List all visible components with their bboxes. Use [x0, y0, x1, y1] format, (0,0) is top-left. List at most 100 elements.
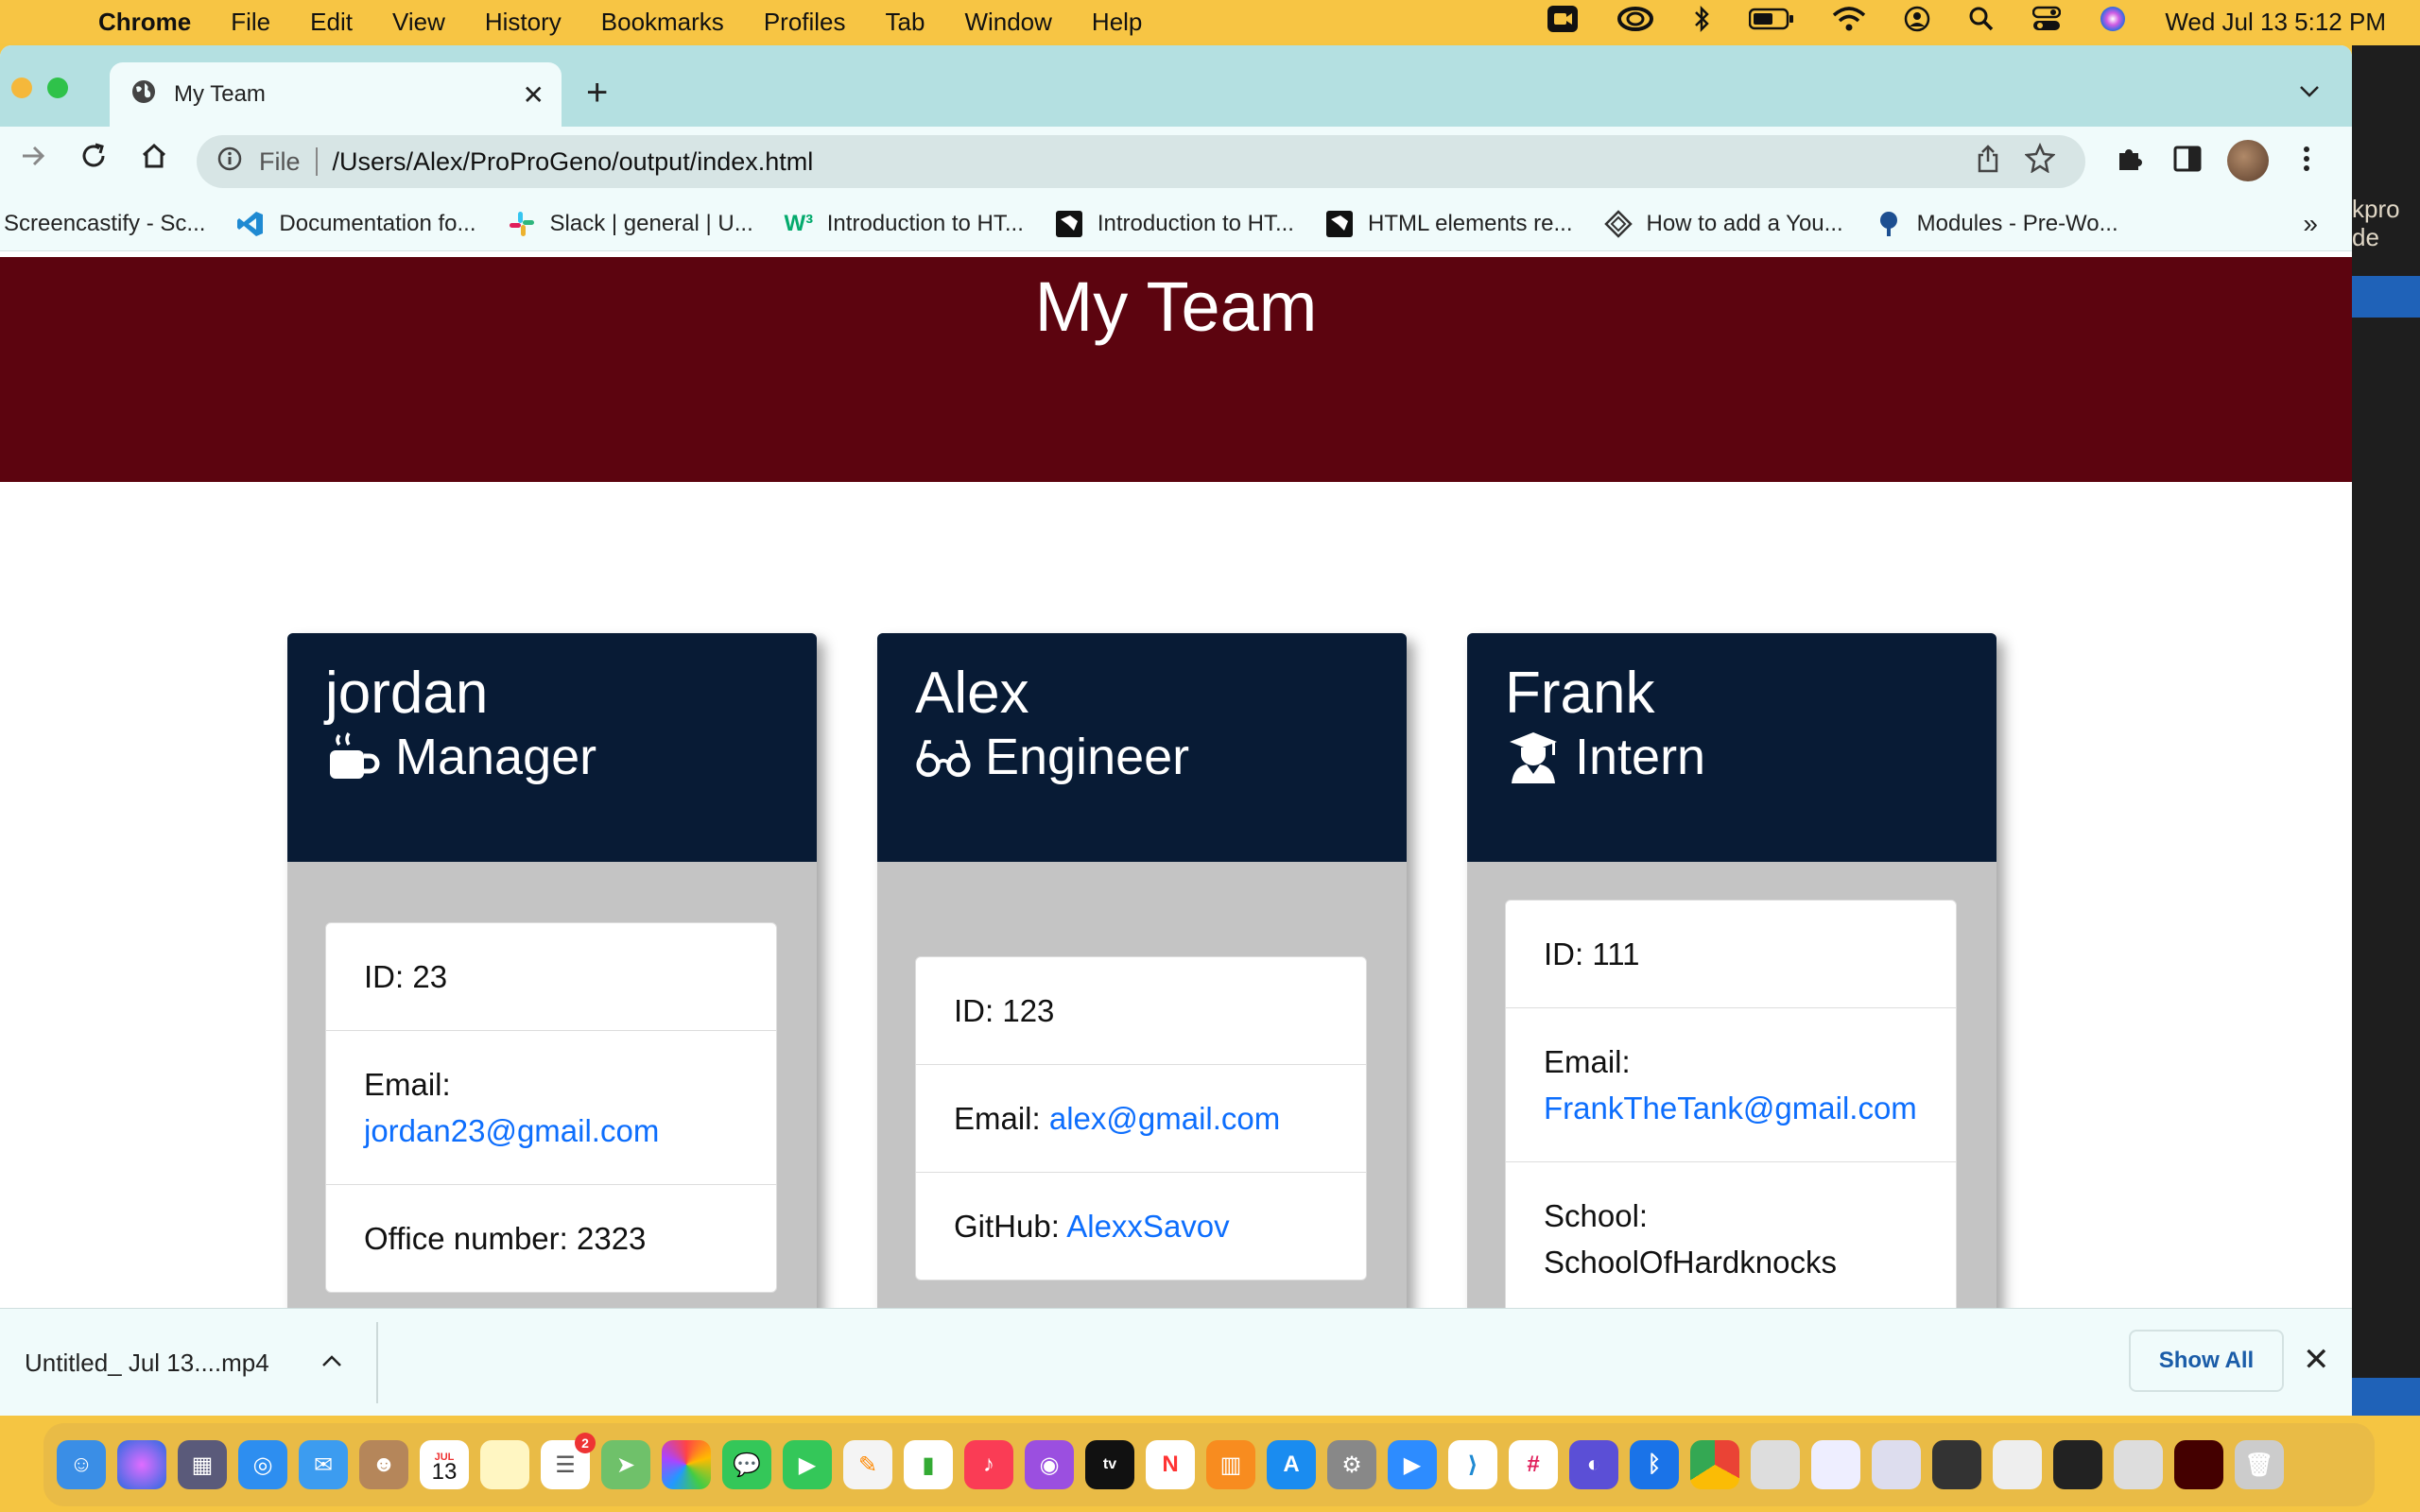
- employee-role: Manager: [325, 728, 817, 786]
- bookmark-w3schools[interactable]: W³ Introduction to HT...: [784, 209, 1023, 239]
- bluetooth-icon[interactable]: [1692, 5, 1711, 40]
- menu-help[interactable]: Help: [1092, 8, 1142, 37]
- employee-name: Alex: [915, 661, 1029, 726]
- bookmark-slack[interactable]: Slack | general | U...: [507, 209, 753, 239]
- menu-app-chrome[interactable]: Chrome: [98, 8, 191, 37]
- employee-name: Frank: [1505, 661, 1655, 726]
- news-icon[interactable]: N: [1146, 1440, 1195, 1489]
- music-icon[interactable]: ♪: [964, 1440, 1013, 1489]
- show-all-button[interactable]: Show All: [2129, 1330, 2284, 1392]
- notes-icon[interactable]: [480, 1440, 529, 1489]
- recent-window-1-icon[interactable]: [1932, 1440, 1981, 1489]
- recent-doc-1-icon[interactable]: [1811, 1440, 1860, 1489]
- maps-icon[interactable]: ➤: [601, 1440, 650, 1489]
- recent-window-5-icon[interactable]: [2174, 1440, 2223, 1489]
- menu-file[interactable]: File: [231, 8, 270, 37]
- address-bar[interactable]: File /Users/Alex/ProProGeno/output/index…: [197, 135, 2085, 188]
- menu-history[interactable]: History: [485, 8, 562, 37]
- trash-icon[interactable]: 🗑: [2235, 1440, 2284, 1489]
- email-link[interactable]: jordan23@gmail.com: [364, 1113, 659, 1148]
- safari-icon[interactable]: ◎: [238, 1440, 287, 1489]
- vscode-dock-icon[interactable]: ⟩: [1448, 1440, 1497, 1489]
- minimize-window-button[interactable]: [11, 77, 32, 98]
- screen-recorder-icon[interactable]: [1547, 5, 1579, 40]
- reminders-icon[interactable]: ☰ 2: [541, 1433, 596, 1489]
- podcasts-icon[interactable]: ◉: [1025, 1440, 1074, 1489]
- bookmark-documentation[interactable]: Documentation fo...: [235, 209, 476, 239]
- system-preferences-icon[interactable]: ⚙: [1327, 1440, 1376, 1489]
- photos-icon[interactable]: [662, 1440, 711, 1489]
- share-icon[interactable]: [1976, 144, 2000, 180]
- bookmark-modules[interactable]: Modules - Pre-Wo...: [1874, 209, 2118, 239]
- recent-window-3-icon[interactable]: [2053, 1440, 2102, 1489]
- menu-bookmarks[interactable]: Bookmarks: [601, 8, 724, 37]
- bookmark-star-icon[interactable]: [2024, 142, 2056, 180]
- profile-avatar[interactable]: [2227, 140, 2269, 181]
- numbers-icon[interactable]: ▮: [904, 1440, 953, 1489]
- menu-view[interactable]: View: [392, 8, 445, 37]
- chrome-dock-icon[interactable]: [1690, 1440, 1739, 1489]
- freeform-icon[interactable]: ✎: [843, 1440, 892, 1489]
- messages-icon[interactable]: 💬: [722, 1440, 771, 1489]
- employee-details-list: ID: 123 Email: alex@gmail.com GitHub: Al…: [915, 956, 1367, 1280]
- siri-dock-icon[interactable]: [117, 1440, 166, 1489]
- bluetooth-dock-icon[interactable]: ᛒ: [1630, 1440, 1679, 1489]
- side-panel-icon[interactable]: [2172, 144, 2203, 181]
- extensions-puzzle-icon[interactable]: [2114, 144, 2144, 181]
- user-account-icon[interactable]: [1904, 6, 1930, 39]
- siri-icon[interactable]: [2099, 5, 2127, 40]
- menu-edit[interactable]: Edit: [310, 8, 353, 37]
- bookmark-mdn-intro[interactable]: Introduction to HT...: [1054, 209, 1294, 239]
- clock-datetime[interactable]: Wed Jul 13 5:12 PM: [2165, 8, 2386, 37]
- bookmark-screencastify[interactable]: Screencastify - Sc...: [4, 211, 205, 237]
- close-tab-icon[interactable]: ✕: [523, 79, 544, 111]
- bookmarks-overflow-icon[interactable]: »: [2303, 209, 2318, 239]
- chevron-up-icon[interactable]: [321, 1345, 342, 1374]
- spotlight-search-icon[interactable]: [1968, 6, 1995, 39]
- page-header: My Team: [0, 257, 2352, 482]
- calendar-icon[interactable]: JUL 13: [420, 1440, 469, 1489]
- recent-doc-2-icon[interactable]: [1872, 1440, 1921, 1489]
- forward-arrow-icon[interactable]: [19, 142, 47, 179]
- battery-icon[interactable]: [1749, 8, 1794, 37]
- recent-window-4-icon[interactable]: [2114, 1440, 2163, 1489]
- menu-tab[interactable]: Tab: [886, 8, 925, 37]
- facetime-icon[interactable]: ▶: [783, 1440, 832, 1489]
- download-file-name[interactable]: Untitled_ Jul 13....mp4: [25, 1349, 269, 1378]
- slack-dock-icon[interactable]: #: [1509, 1440, 1558, 1489]
- tab-search-chevron-icon[interactable]: [2299, 76, 2320, 105]
- tab-my-team[interactable]: My Team ✕: [110, 62, 562, 127]
- new-tab-button[interactable]: +: [586, 72, 608, 114]
- bookmark-youtube-howto[interactable]: How to add a You...: [1603, 209, 1843, 239]
- wifi-icon[interactable]: [1832, 6, 1866, 39]
- menu-window[interactable]: Window: [964, 8, 1051, 37]
- control-center-icon[interactable]: [2032, 6, 2062, 39]
- bookmark-mdn-elements[interactable]: HTML elements re...: [1324, 209, 1573, 239]
- contacts-icon[interactable]: ☻: [359, 1440, 408, 1489]
- app-store-icon[interactable]: A: [1267, 1440, 1316, 1489]
- email-link[interactable]: alex@gmail.com: [1049, 1101, 1280, 1136]
- apple-tv-icon[interactable]: tv: [1085, 1440, 1134, 1489]
- zoom-window-button[interactable]: [47, 77, 68, 98]
- diamond-logo-icon: [1603, 209, 1634, 239]
- address-url[interactable]: /Users/Alex/ProProGeno/output/index.html: [333, 147, 814, 177]
- reload-icon[interactable]: [79, 142, 108, 179]
- close-download-bar-icon[interactable]: ✕: [2303, 1341, 2330, 1379]
- background-editor-panel-toggle[interactable]: [2352, 276, 2420, 318]
- creative-cloud-icon[interactable]: [1616, 6, 1654, 39]
- chrome-menu-kebab-icon[interactable]: [2301, 144, 2312, 181]
- moon-app-icon[interactable]: ◐: [1569, 1440, 1618, 1489]
- menu-profiles[interactable]: Profiles: [764, 8, 846, 37]
- github-link[interactable]: AlexxSavov: [1066, 1209, 1229, 1244]
- recent-window-2-icon[interactable]: [1993, 1440, 2042, 1489]
- zoom-icon[interactable]: ▶: [1388, 1440, 1437, 1489]
- archive-icon[interactable]: [1751, 1440, 1800, 1489]
- finder-icon[interactable]: ☺: [57, 1440, 106, 1489]
- site-info-icon[interactable]: [217, 146, 242, 178]
- books-icon[interactable]: ▥: [1206, 1440, 1255, 1489]
- email-link[interactable]: FrankTheTank@gmail.com: [1544, 1091, 1917, 1125]
- mail-icon[interactable]: ✉: [299, 1440, 348, 1489]
- launchpad-icon[interactable]: ▦: [178, 1440, 227, 1489]
- office-number: Office number: 2323: [364, 1221, 647, 1256]
- home-icon[interactable]: [140, 142, 168, 179]
